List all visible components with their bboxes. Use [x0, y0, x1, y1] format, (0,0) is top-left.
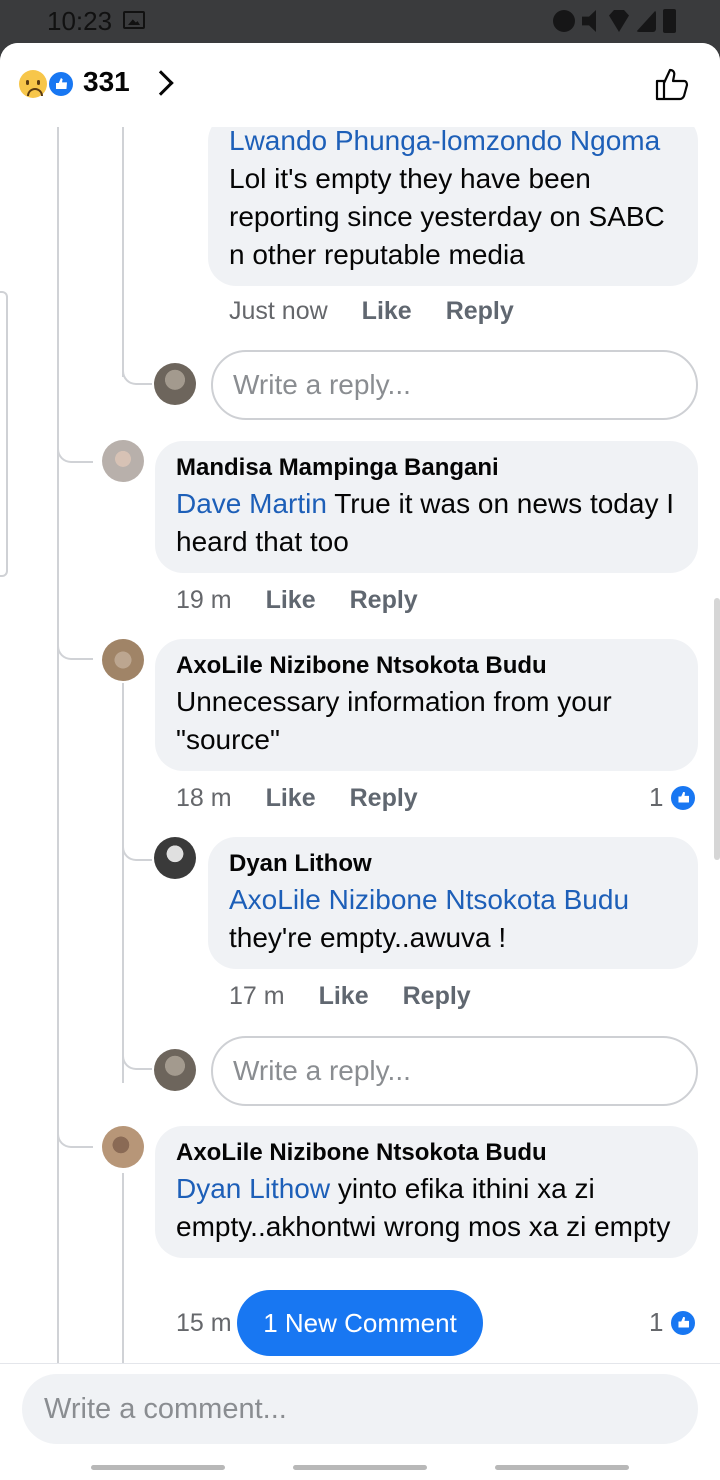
nav-back-indicator[interactable]	[495, 1465, 629, 1470]
thread-connector	[57, 423, 93, 463]
reaction-count[interactable]: 331	[83, 66, 130, 98]
battery-icon	[663, 9, 676, 33]
like-button[interactable]: Like	[319, 982, 369, 1011]
comment-input[interactable]: Write a comment...	[22, 1374, 698, 1444]
comment-meta: 15 m	[176, 1309, 232, 1338]
like-count-value: 1	[649, 1307, 664, 1337]
reply-button[interactable]: Reply	[350, 784, 418, 813]
like-icon	[669, 783, 698, 812]
comment-time: 18 m	[176, 784, 232, 812]
signal-icon	[636, 10, 656, 32]
comment-time: 17 m	[229, 982, 285, 1010]
reply-button[interactable]: Reply	[446, 297, 514, 326]
thread-line-reply	[122, 127, 124, 377]
reply-button[interactable]: Reply	[350, 586, 418, 615]
comment-text: they're empty..awuva !	[229, 922, 507, 953]
comment-bubble[interactable]: Dyan Lithow AxoLile Nizibone Ntsokota Bu…	[208, 837, 698, 969]
comment-bubble[interactable]: AxoLile Nizibone Ntsokota Budu Unnecessa…	[155, 639, 698, 771]
like-count-value: 1	[649, 782, 664, 812]
comment-text: Unnecessary information from your "sourc…	[176, 686, 612, 755]
comment-time: 15 m	[176, 1309, 232, 1337]
comment-bubble[interactable]: Lwando Phunga-lomzondo Ngoma Lol it's em…	[208, 113, 698, 286]
mention-link[interactable]: Dave Martin	[176, 488, 327, 519]
comment-time: 19 m	[176, 586, 232, 614]
avatar[interactable]	[154, 837, 196, 879]
mention-link[interactable]: AxoLile Nizibone Ntsokota Budu	[229, 881, 678, 919]
comment-meta: 18 m Like Reply	[176, 784, 418, 813]
chevron-right-icon[interactable]	[148, 70, 174, 96]
comment-text: Lol it's empty they have been reporting …	[229, 163, 665, 270]
comment-like-count[interactable]: 1	[649, 782, 698, 813]
comment-meta: 19 m Like Reply	[176, 586, 418, 615]
alarm-icon	[553, 10, 575, 32]
reply-input[interactable]: Write a reply...	[211, 350, 698, 420]
nav-recents-indicator[interactable]	[91, 1465, 225, 1470]
nav-home-indicator[interactable]	[293, 1465, 427, 1470]
reactions-header[interactable]: 331	[0, 43, 720, 127]
mute-icon	[582, 10, 596, 32]
new-comment-button[interactable]: 1 New Comment	[237, 1290, 483, 1356]
thread-connector	[122, 343, 152, 385]
comment-bubble[interactable]: AxoLile Nizibone Ntsokota Budu Dyan Lith…	[155, 1126, 698, 1258]
gallery-notification-icon	[123, 11, 145, 29]
thread-connector	[122, 1028, 152, 1070]
mention-link[interactable]: Dyan Lithow	[176, 1173, 330, 1204]
thread-connector	[57, 1108, 93, 1148]
commenter-name[interactable]: Dyan Lithow	[229, 847, 678, 881]
avatar[interactable]	[102, 440, 144, 482]
avatar	[154, 363, 196, 405]
comment-composer: Write a comment...	[0, 1363, 720, 1480]
reply-button[interactable]: Reply	[403, 982, 471, 1011]
thread-line-main	[57, 127, 59, 1363]
thread-line-reply	[122, 683, 124, 1083]
like-outline-icon[interactable]	[654, 66, 690, 102]
thread-connector	[57, 620, 93, 660]
like-reaction-icon	[47, 70, 75, 98]
comment-bubble[interactable]: Mandisa Mampinga Bangani Dave Martin Tru…	[155, 441, 698, 573]
comments-sheet: 331 Lwando Phunga-lomzondo Ngoma Lol it'…	[0, 43, 720, 1480]
like-button[interactable]: Like	[266, 586, 316, 615]
sad-reaction-icon	[19, 70, 47, 98]
thread-line-reply	[122, 1173, 124, 1363]
avatar[interactable]	[102, 639, 144, 681]
commenter-name[interactable]: AxoLile Nizibone Ntsokota Budu	[176, 649, 678, 683]
commenter-name[interactable]: AxoLile Nizibone Ntsokota Budu	[176, 1136, 678, 1170]
like-icon	[669, 1308, 698, 1337]
mention-link[interactable]: Lwando Phunga-lomzondo Ngoma	[229, 125, 660, 156]
comment-time: Just now	[229, 297, 328, 325]
avatar	[154, 1049, 196, 1091]
avatar[interactable]	[102, 1126, 144, 1168]
commenter-name[interactable]: Mandisa Mampinga Bangani	[176, 451, 678, 485]
like-button[interactable]: Like	[266, 784, 316, 813]
comment-meta: Just now Like Reply	[229, 297, 514, 326]
comment-meta: 17 m Like Reply	[229, 982, 471, 1011]
status-time: 10:23	[47, 6, 113, 36]
wifi-icon	[609, 10, 629, 32]
reply-input[interactable]: Write a reply...	[211, 1036, 698, 1106]
like-button[interactable]: Like	[362, 297, 412, 326]
side-panel-edge	[0, 291, 8, 577]
comment-like-count[interactable]: 1	[649, 1307, 698, 1338]
thread-connector	[122, 821, 152, 861]
status-bar: 10:23	[0, 0, 720, 44]
status-icons	[553, 9, 676, 33]
scrollbar[interactable]	[714, 598, 720, 860]
